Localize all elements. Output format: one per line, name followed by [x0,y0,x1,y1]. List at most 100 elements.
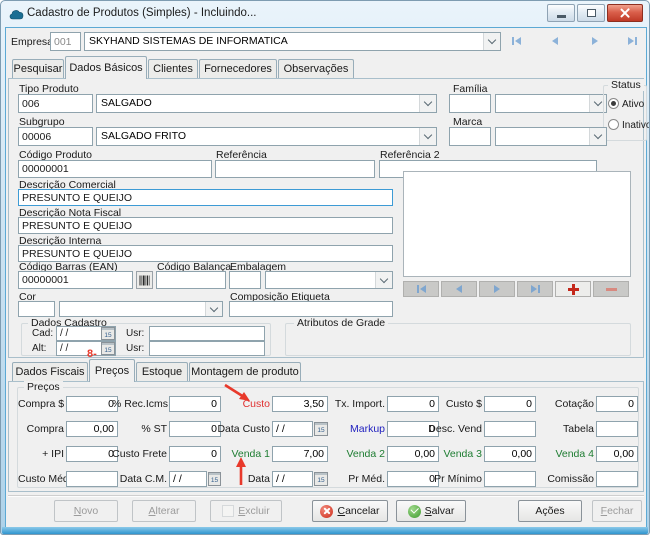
image-last-button[interactable] [517,281,553,297]
alt-usr-field[interactable] [149,341,265,356]
barcode-button[interactable] [136,271,153,289]
embalagem-code-field[interactable] [229,271,261,289]
compra-input[interactable] [66,421,118,437]
tab-montagem-produto[interactable]: Montagem de produto [189,362,301,381]
subgrupo-select[interactable]: SALGADO FRITO [96,127,437,146]
codigo-balanca-field[interactable] [156,271,226,289]
maximize-button[interactable] [577,4,605,22]
nav-last-button[interactable] [628,37,637,45]
calendar-icon[interactable]: 15 [208,472,221,486]
tab-dados-fiscais[interactable]: Dados Fiscais [12,362,88,381]
composicao-etiqueta-field[interactable] [229,301,393,317]
salvar-button[interactable]: Salvar [396,500,466,522]
product-image-box [403,171,631,277]
cad-usr-field[interactable] [149,326,265,341]
tab-observacoes[interactable]: Observações [278,59,354,78]
chevron-down-icon[interactable] [419,95,436,112]
alterar-button[interactable]: Alterar [132,500,196,522]
nav-previous-button[interactable] [552,37,558,45]
image-first-button[interactable] [403,281,439,297]
calendar-icon[interactable]: 15 [101,342,115,355]
chevron-down-icon[interactable] [419,128,436,145]
chevron-down-icon[interactable] [483,33,500,50]
embalagem-selected [266,272,375,288]
pr-minimo-input[interactable] [484,471,536,487]
ipi-input[interactable] [66,446,118,462]
embalagem-select[interactable] [265,271,393,289]
tab-dados-basicos[interactable]: Dados Básicos [65,56,147,79]
minimize-button[interactable] [547,4,575,22]
custo-label: Custo [210,398,270,410]
cor-select[interactable] [59,301,223,317]
fechar-button[interactable]: Fechar [592,500,642,522]
chevron-down-icon[interactable] [589,128,606,145]
image-next-button[interactable] [479,281,515,297]
image-previous-button[interactable] [441,281,477,297]
image-add-button[interactable] [555,281,591,297]
custo-s2-label: Custo $ [422,398,482,410]
markup-label: Markup [318,423,385,435]
codigo-barras-field[interactable] [18,271,133,289]
data-cm-label: Data C.M. [112,473,167,485]
chevron-down-icon[interactable] [375,272,392,288]
tipo-produto-select[interactable]: SALGADO [96,94,437,113]
venda3-input[interactable] [484,446,536,462]
tipo-produto-selected: SALGADO [97,95,419,112]
custo-med-label: Custo Méd [18,473,64,485]
data-cm-input[interactable] [169,471,207,487]
image-remove-button[interactable] [593,281,629,297]
subgrupo-code-field[interactable] [18,127,93,146]
tab-precos[interactable]: Preços [89,359,135,382]
pr-med-label: Pr Méd. [318,473,385,485]
rec-icms-label: % Rec.Icms [112,398,167,410]
cor-code-field[interactable] [18,301,55,317]
descricao-interna-field[interactable] [18,245,393,262]
status-ativo-radio[interactable] [608,98,619,109]
custo-med-input[interactable] [66,471,118,487]
venda4-input[interactable] [596,446,638,462]
comissao-input[interactable] [596,471,638,487]
chevron-down-icon[interactable] [205,302,222,316]
nav-next-button[interactable] [592,37,598,45]
atributos-grade-groupbox: Atributos de Grade [285,323,631,356]
tabela-input[interactable] [596,421,638,437]
tab-estoque[interactable]: Estoque [136,362,188,381]
desc-vend-label: Desc. Vend [422,423,482,435]
precos-groupbox: Preços Compra $ % Rec.Icms Custo Tx. Imp… [17,387,639,488]
calendar-icon[interactable]: 15 [101,327,115,340]
marca-select[interactable] [495,127,607,146]
marca-code-field[interactable] [449,127,491,146]
dados-basicos-panel: Tipo Produto SALGADO Família Status Ativ… [8,78,644,358]
venda1-label: Venda 1 [210,448,270,460]
tipo-produto-code-field[interactable] [18,94,93,113]
descricao-nota-fiscal-field[interactable] [18,217,393,234]
excluir-button[interactable]: Excluir [210,500,282,522]
data-custo-input[interactable] [272,421,313,437]
descricao-comercial-field[interactable] [18,189,393,206]
tab-clientes[interactable]: Clientes [148,59,198,78]
close-button[interactable] [607,4,643,22]
acoes-button[interactable]: Ações [518,500,582,522]
familia-code-field[interactable] [449,94,491,113]
st-label: % ST [112,423,167,435]
novo-button[interactable]: Novo [54,500,118,522]
data-input[interactable] [272,471,313,487]
cancelar-button[interactable]: Cancelar [312,500,388,522]
desc-vend-input[interactable] [484,421,536,437]
custo-s2-input[interactable] [484,396,536,412]
tab-pesquisar[interactable]: Pesquisar [12,59,64,78]
compra-s-input[interactable] [66,396,118,412]
maximize-icon [587,9,596,17]
referencia-field[interactable] [215,160,375,178]
cad-usr-label: Usr: [126,328,144,339]
app-window: Cadastro de Produtos (Simples) - Incluin… [0,0,650,535]
nav-first-button[interactable] [512,37,521,45]
empresa-select[interactable]: SKYHAND SISTEMAS DE INFORMATICA [84,32,501,51]
codigo-produto-field[interactable] [18,160,212,178]
status-inativo-radio[interactable] [608,119,619,130]
familia-select[interactable] [495,94,607,113]
empresa-code-field[interactable] [50,32,81,51]
cotacao-input[interactable] [596,396,638,412]
tab-fornecedores[interactable]: Fornecedores [199,59,277,78]
data-custo-label: Data Custo [210,423,270,435]
